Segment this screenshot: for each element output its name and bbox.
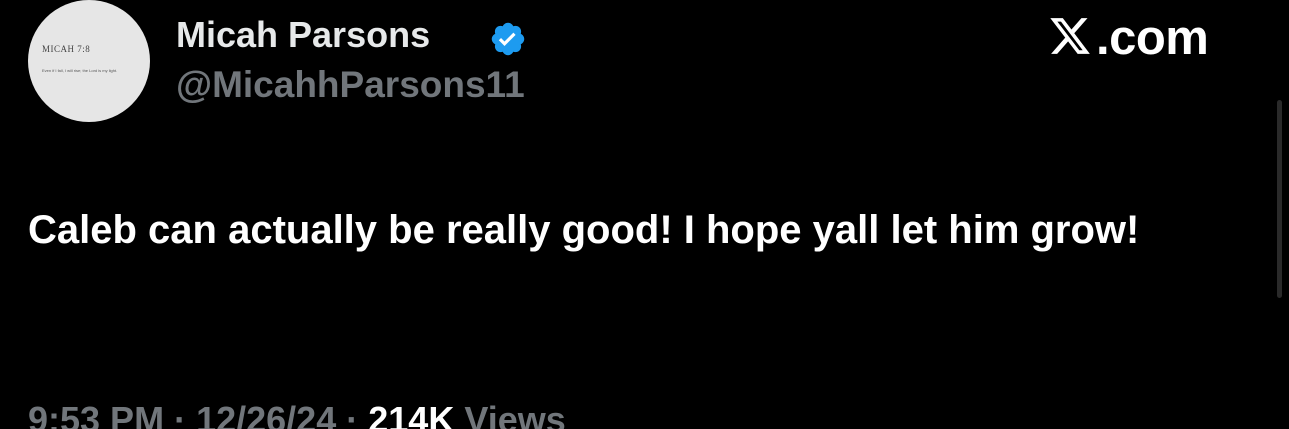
display-name[interactable]: Micah Parsons <box>176 14 430 56</box>
views-label: Views <box>464 399 566 429</box>
verified-badge-icon <box>489 20 527 58</box>
tweet-screenshot: MICAH 7:8 Even if I fall, I will rise; t… <box>0 0 1289 429</box>
handle[interactable]: @MicahhParsons11 <box>176 64 525 106</box>
watermark-domain: .com <box>1096 11 1209 65</box>
scrollbar[interactable] <box>1277 100 1282 298</box>
views-count: 214K <box>368 399 455 429</box>
tweet-date[interactable]: 12/26/24 <box>196 399 336 429</box>
x-logo-icon <box>1048 14 1096 63</box>
meta-separator: · <box>346 399 359 429</box>
avatar-verse: Even if I fall, I will rise; the Lord is… <box>42 68 118 73</box>
avatar[interactable]: MICAH 7:8 Even if I fall, I will rise; t… <box>28 0 150 122</box>
meta-separator: · <box>174 399 187 429</box>
x-watermark: .com <box>1048 8 1209 68</box>
tweet-time[interactable]: 9:53 PM <box>28 399 164 429</box>
tweet-meta: 9:53 PM · 12/26/24 · 214K Views <box>28 399 566 429</box>
avatar-title: MICAH 7:8 <box>42 44 91 54</box>
tweet-text: Caleb can actually be really good! I hop… <box>28 208 1140 252</box>
